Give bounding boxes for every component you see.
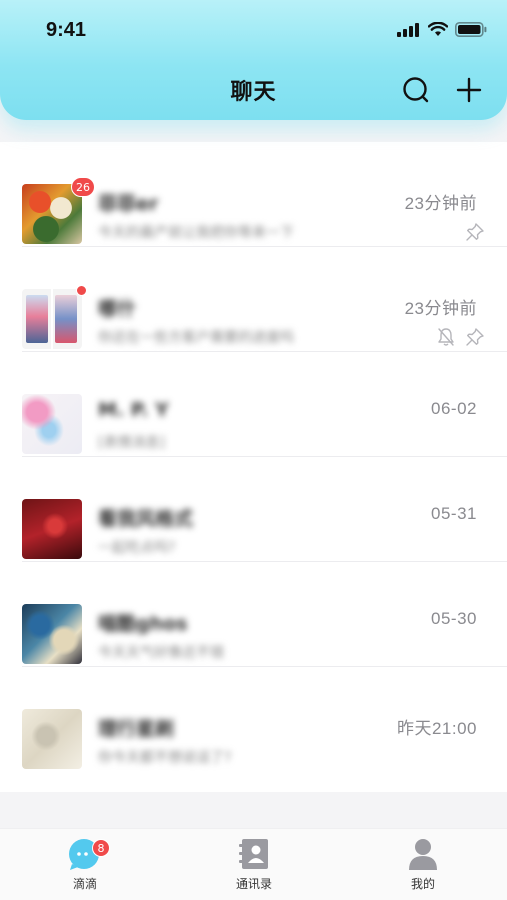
wifi-icon — [428, 22, 448, 36]
tab-chats[interactable]: 8 滴滴 — [35, 837, 135, 892]
contact-name: 理行星刷 — [98, 718, 175, 740]
tab-contacts[interactable]: 通讯录 — [204, 837, 304, 892]
chat-list: 26 菲菲er 今天的最产就让我把你等来一下 23分钟前 哪什 你还在一些方客户… — [0, 142, 507, 792]
message-preview: 你还在一些方客户需要的进度吗 — [98, 330, 294, 346]
chat-row[interactable]: 喵酷ghos 今天天气好像还不错 05-30 — [0, 562, 507, 667]
signal-icon — [397, 22, 419, 37]
tab-me[interactable]: 我的 — [373, 837, 473, 892]
pin-icon — [466, 328, 484, 346]
chat-row[interactable]: 看我风格式 一起吃点吗? 05-31 — [0, 457, 507, 562]
tab-bar: 8 滴滴 通讯录 我的 — [0, 828, 507, 900]
tab-label: 滴滴 — [72, 877, 97, 891]
message-preview: [表情消息] — [98, 435, 165, 451]
row-status-icons — [465, 222, 485, 242]
contact-name: 菲菲er — [98, 193, 159, 215]
avatar — [22, 709, 82, 769]
search-icon — [403, 77, 429, 103]
chat-row[interactable]: M. P. Y [表情消息] 06-02 — [0, 352, 507, 457]
message-preview: 一起吃点吗? — [98, 540, 176, 556]
avatar — [22, 604, 82, 664]
search-button[interactable] — [400, 74, 432, 106]
chat-row[interactable]: 理行星刷 你今天都不想说话了? 昨天21:00 — [0, 667, 507, 772]
contact-name: 喵酷ghos — [98, 613, 188, 635]
pin-icon — [466, 223, 484, 241]
message-time: 昨天21:00 — [396, 719, 477, 738]
chat-row[interactable]: 26 菲菲er 今天的最产就让我把你等来一下 23分钟前 — [0, 142, 507, 247]
message-time: 05-31 — [431, 504, 477, 523]
person-icon — [409, 839, 437, 870]
tab-badge: 8 — [92, 839, 110, 857]
message-time: 23分钟前 — [404, 299, 477, 318]
contacts-book-icon — [239, 839, 268, 869]
message-time: 05-30 — [431, 609, 477, 628]
avatar — [22, 289, 82, 349]
tab-label: 通讯录 — [235, 877, 272, 891]
message-preview: 今天天气好像还不错 — [98, 645, 224, 661]
battery-icon — [455, 22, 487, 37]
contact-name: 哪什 — [98, 298, 137, 320]
header-bar: 9:41 聊天 — [0, 0, 507, 120]
tab-label: 我的 — [410, 877, 435, 891]
chat-row[interactable]: 哪什 你还在一些方客户需要的进度吗 23分钟前 — [0, 247, 507, 352]
message-time: 23分钟前 — [404, 194, 477, 213]
avatar — [22, 499, 82, 559]
avatar — [22, 394, 82, 454]
unread-dot — [76, 285, 87, 296]
contact-name: 看我风格式 — [98, 508, 194, 530]
message-preview: 今天的最产就让我把你等来一下 — [98, 225, 294, 241]
unread-badge: 26 — [71, 177, 95, 197]
row-status-icons — [437, 327, 485, 347]
plus-icon — [456, 77, 482, 103]
status-icons — [397, 22, 487, 37]
contact-name: M. P. Y — [98, 399, 169, 421]
message-time: 06-02 — [431, 399, 477, 418]
mute-bell-icon — [438, 328, 454, 346]
add-button[interactable] — [453, 74, 485, 106]
status-bar: 9:41 — [0, 0, 507, 62]
status-time: 9:41 — [46, 19, 87, 41]
message-preview: 你今天都不想说话了? — [98, 750, 232, 766]
